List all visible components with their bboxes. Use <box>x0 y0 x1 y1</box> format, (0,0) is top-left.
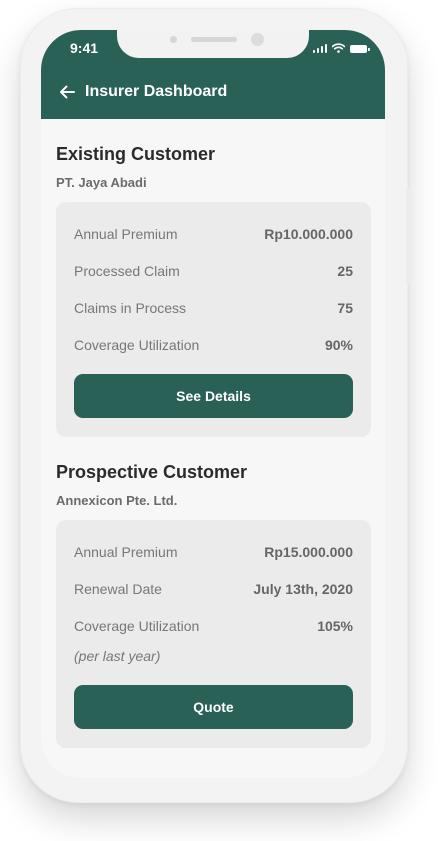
prospective-customer-heading: Prospective Customer <box>56 462 248 482</box>
status-time: 9:41 <box>70 40 99 56</box>
cellular-signal-icon <box>312 43 327 53</box>
row-label: Annual Premium <box>74 544 178 560</box>
row-label: Coverage Utilization <box>74 337 200 353</box>
wifi-icon <box>332 43 345 53</box>
processed-claim-row: Processed Claim 25 <box>74 263 353 279</box>
row-value: 105% <box>317 618 353 634</box>
see-details-button[interactable]: See Details <box>74 374 353 418</box>
renewal-date-row: Renewal Date July 13th, 2020 <box>74 581 353 597</box>
utilization-note: (per last year) <box>74 648 161 664</box>
status-icons <box>312 43 370 53</box>
coverage-utilization-row: Coverage Utilization 105% <box>74 618 353 634</box>
back-arrow-icon[interactable] <box>58 83 76 101</box>
existing-customer-heading: Existing Customer <box>56 144 216 164</box>
phone-screen: 9:41 Insurer Dashboard Existing Customer… <box>41 30 385 778</box>
quote-button[interactable]: Quote <box>74 685 353 729</box>
phone-side-button <box>406 188 412 284</box>
row-value: Rp10.000.000 <box>264 226 353 242</box>
annual-premium-row: Annual Premium Rp10.000.000 <box>74 226 353 242</box>
page-title: Insurer Dashboard <box>85 83 228 100</box>
claims-in-process-row: Claims in Process 75 <box>74 300 353 316</box>
row-label: Renewal Date <box>74 581 162 597</box>
row-value: July 13th, 2020 <box>253 581 353 597</box>
row-label: Coverage Utilization <box>74 618 200 634</box>
row-value: 25 <box>337 263 353 279</box>
row-value: 90% <box>324 337 353 353</box>
notch-speaker <box>191 37 237 42</box>
notch-sensor <box>170 36 177 43</box>
row-label: Claims in Process <box>74 300 187 316</box>
coverage-utilization-row: Coverage Utilization 90% <box>74 337 353 353</box>
prospective-customer-company: Annexicon Pte. Ltd. <box>56 493 178 508</box>
phone-notch <box>117 30 309 58</box>
notch-camera <box>251 33 264 46</box>
row-label: Annual Premium <box>74 226 178 242</box>
row-value: Rp15.000.000 <box>264 544 353 560</box>
battery-icon <box>350 45 370 53</box>
annual-premium-row: Annual Premium Rp15.000.000 <box>74 544 353 560</box>
row-label: Processed Claim <box>74 263 180 279</box>
app-header: 9:41 Insurer Dashboard <box>41 30 385 119</box>
existing-customer-company: PT. Jaya Abadi <box>56 175 147 190</box>
existing-customer-card: Annual Premium Rp10.000.000 Processed Cl… <box>56 202 371 437</box>
row-value: 75 <box>337 300 353 316</box>
prospective-customer-card: Annual Premium Rp15.000.000 Renewal Date… <box>56 520 371 748</box>
